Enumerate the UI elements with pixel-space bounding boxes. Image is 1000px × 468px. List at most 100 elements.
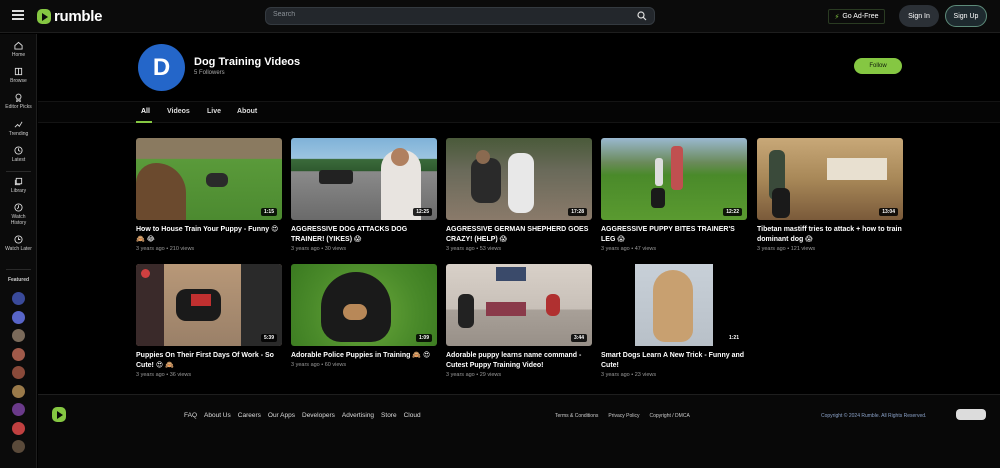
tab-all[interactable]: All [141,108,150,115]
footer-link-about-us[interactable]: About Us [204,412,231,419]
sidebar-item-editor-picks[interactable]: Editor Picks [0,93,37,110]
footer-link-advertising[interactable]: Advertising [342,412,374,419]
featured-channel-avatar[interactable] [12,366,25,379]
go-ad-free-button[interactable]: ⚡ Go Ad-Free [828,9,885,24]
video-card[interactable]: 13:04 Tibetan mastiff tries to attack + … [757,138,903,252]
active-tab-indicator [136,121,152,123]
featured-channel-avatar[interactable] [12,310,25,324]
rumble-logo-icon[interactable] [52,407,66,422]
sidebar-item-label: Home [11,52,26,58]
tab-live[interactable]: Live [207,108,221,115]
featured-channel-avatar[interactable] [12,421,25,435]
sidebar-item-home[interactable]: Home [0,41,37,58]
footer-link-faq[interactable]: FAQ [184,412,197,419]
search-bar [265,7,655,25]
video-card[interactable]: 1:15 How to House Train Your Puppy - Fun… [136,138,282,252]
featured-channel-avatar[interactable] [12,384,25,398]
sidebar-item-watch-history[interactable]: Watch History [0,203,37,226]
footer-link-developers[interactable]: Developers [302,412,335,419]
video-duration: 3:44 [570,334,587,342]
video-card[interactable]: 12:22 AGGRESSIVE PUPPY BITES TRAINER'S L… [601,138,747,252]
featured-channel-avatar[interactable] [12,329,25,342]
video-title[interactable]: AGGRESSIVE DOG ATTACKS DOG TRAINER! (YIK… [291,225,437,245]
sidebar-item-watch-later[interactable]: Watch Later [0,235,37,252]
search-icon[interactable] [637,11,647,21]
award-icon [15,93,22,102]
home-icon [14,41,23,50]
follow-button[interactable]: Follow [854,58,902,74]
video-meta: 3 years ago • 30 views [291,246,347,252]
logo-text: rumble [54,7,103,25]
tab-about[interactable]: About [237,108,257,115]
video-duration: 13:04 [879,208,898,216]
video-meta: 3 years ago • 23 views [601,372,657,378]
video-card[interactable]: 17:28 AGGRESSIVE GERMAN SHEPHERD GOES CR… [446,138,592,252]
sidebar-divider [6,269,31,270]
featured-channel-avatar[interactable] [12,440,25,453]
footer-link-terms[interactable]: Terms & Conditions [555,413,598,419]
video-title[interactable]: Puppies On Their First Days Of Work - So… [136,351,282,371]
featured-channel-avatar[interactable] [12,403,25,416]
featured-channel-avatar[interactable] [12,292,25,305]
sidebar-item-library[interactable]: Library [0,177,37,194]
sidebar-item-label: Library [10,188,27,194]
browse-icon [14,67,23,76]
video-title[interactable]: AGGRESSIVE GERMAN SHEPHERD GOES CRAZY! (… [446,225,592,245]
footer-link-careers[interactable]: Careers [238,412,261,419]
video-card[interactable]: 3:44 Adorable puppy learns name command … [446,264,592,378]
sidebar-item-browse[interactable]: Browse [0,67,37,84]
channel-avatar[interactable]: D [138,44,185,91]
video-card[interactable]: 5:39 Puppies On Their First Days Of Work… [136,264,282,378]
video-duration: 1:09 [415,334,432,342]
video-thumbnail[interactable]: 1:09 [291,264,437,346]
video-duration: 1:15 [260,208,277,216]
video-meta: 3 years ago • 210 views [136,246,195,252]
featured-heading: Featured [7,277,30,283]
video-thumbnail[interactable]: 13:04 [757,138,903,220]
video-duration: 17:28 [568,208,587,216]
sidebar-item-latest[interactable]: Latest [0,146,37,163]
video-thumbnail[interactable]: 12:22 [601,138,747,220]
footer-link-our-apps[interactable]: Our Apps [268,412,295,419]
video-card[interactable]: 1:21 Smart Dogs Learn A New Trick - Funn… [601,264,747,378]
video-thumbnail[interactable]: 1:21 [601,264,747,346]
tab-videos[interactable]: Videos [167,108,190,115]
video-thumbnail[interactable]: 5:39 [136,264,282,346]
footer-link-dmca[interactable]: Copyright / DMCA [649,413,689,419]
video-thumbnail[interactable]: 12:25 [291,138,437,220]
video-title[interactable]: Tibetan mastiff tries to attack + how to… [757,225,903,245]
search-input[interactable] [273,11,633,18]
video-title[interactable]: Smart Dogs Learn A New Trick - Funny and… [601,351,747,371]
video-card[interactable]: 12:25 AGGRESSIVE DOG ATTACKS DOG TRAINER… [291,138,437,252]
footer-link-store[interactable]: Store [381,412,397,419]
video-title[interactable]: Adorable Police Puppies in Training 🙈 😍 [291,351,437,361]
sidebar-item-label: Browse [10,78,27,84]
footer-link-cloud[interactable]: Cloud [404,412,421,419]
sign-up-button[interactable]: Sign Up [945,5,987,27]
sidebar-item-label: Latest [11,157,26,163]
video-card[interactable]: 1:09 Adorable Police Puppies in Training… [291,264,437,368]
video-title[interactable]: Adorable puppy learns name command - Cut… [446,351,592,371]
video-meta: 3 years ago • 121 views [757,246,816,252]
video-title[interactable]: AGGRESSIVE PUPPY BITES TRAINER'S LEG 😱 [601,225,747,245]
video-thumbnail[interactable]: 3:44 [446,264,592,346]
sign-in-button[interactable]: Sign In [899,5,939,27]
sidebar-item-label: Trending [8,131,29,137]
video-title[interactable]: How to House Train Your Puppy - Funny 😍 … [136,225,282,245]
video-meta: 3 years ago • 60 views [291,362,347,368]
featured-channel-avatar[interactable] [12,347,25,361]
library-icon [14,177,23,186]
page-footer: FAQ About Us Careers Our Apps Developers… [38,394,1000,468]
video-thumbnail[interactable]: 1:15 [136,138,282,220]
footer-link-privacy[interactable]: Privacy Policy [608,413,639,419]
video-meta: 3 years ago • 53 views [446,246,502,252]
video-thumbnail[interactable]: 17:28 [446,138,592,220]
sidebar-item-trending[interactable]: Trending [0,120,37,137]
menu-icon[interactable] [12,10,24,20]
video-duration: 12:22 [723,208,742,216]
accessibility-icon[interactable] [956,409,986,420]
rumble-logo[interactable]: rumble [37,7,103,25]
left-sidebar: Home Browse Editor Picks Trending Latest… [0,34,37,468]
top-header: rumble ⚡ Go Ad-Free Sign In Sign Up [0,0,1000,33]
history-icon [14,203,23,212]
